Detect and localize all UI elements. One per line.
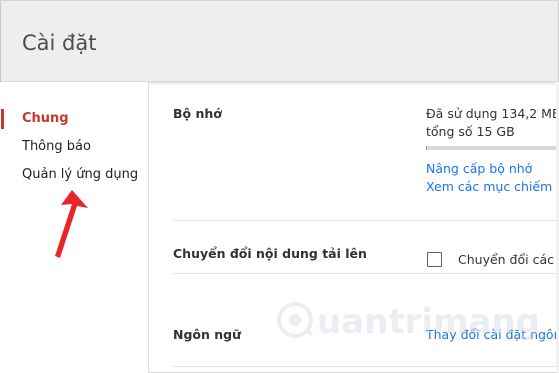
- active-indicator: [1, 109, 4, 129]
- watermark-logo-icon: [277, 302, 314, 338]
- convert-uploads-checkbox-label[interactable]: Chuyển đổi các tệ: [458, 252, 559, 267]
- section-divider: [173, 273, 559, 274]
- storage-usage-text: Đã sử dụng 134,2 MB t: [426, 106, 559, 121]
- language-label: Ngôn ngữ: [173, 327, 241, 342]
- section-divider: [173, 366, 559, 367]
- storage-progress-bar: [426, 146, 559, 150]
- sidebar-item-manage-apps[interactable]: Quản lý ứng dụng: [22, 167, 138, 182]
- upload-conversion-label: Chuyển đổi nội dung tải lên: [173, 246, 367, 261]
- upgrade-storage-link[interactable]: Nâng cấp bộ nhớ: [426, 161, 532, 176]
- section-divider: [173, 220, 559, 221]
- watermark: uantrimang: [271, 296, 540, 348]
- page-title: Cài đặt: [22, 31, 97, 55]
- storage-label: Bộ nhớ: [173, 106, 222, 121]
- watermark-text: uantrimang: [317, 302, 540, 342]
- convert-uploads-checkbox[interactable]: [427, 252, 442, 267]
- storage-total-text: tổng số 15 GB: [426, 124, 515, 139]
- app-header: Cài đặt: [1, 1, 558, 81]
- sidebar-item-notifications[interactable]: Thông báo: [22, 139, 91, 154]
- view-storage-items-link[interactable]: Xem các mục chiếm bộ: [426, 179, 559, 194]
- sidebar-item-general[interactable]: Chung: [22, 111, 69, 126]
- storage-progress-fill: [426, 146, 428, 150]
- annotation-arrow: [55, 190, 88, 258]
